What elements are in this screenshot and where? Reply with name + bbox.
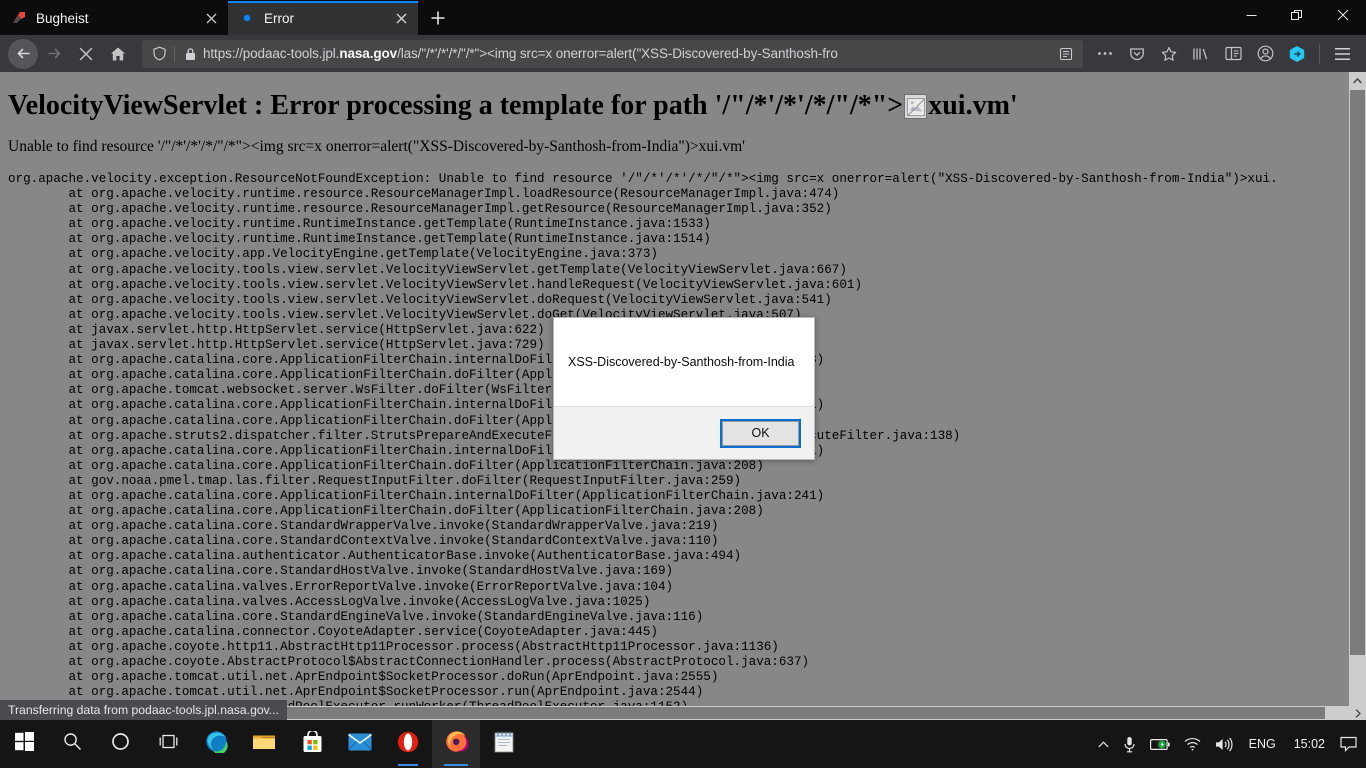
- bugheist-logo-icon: [10, 10, 27, 27]
- chevron-up-icon[interactable]: [1091, 720, 1116, 768]
- dialog-footer: OK: [554, 406, 814, 459]
- dialog-body: XSS-Discovered-by-Santhosh-from-India: [554, 318, 814, 406]
- vertical-scrollbar[interactable]: [1349, 72, 1366, 720]
- sidebar-icon[interactable]: [1217, 39, 1249, 69]
- vertical-scrollbar-thumb[interactable]: [1350, 90, 1365, 655]
- mail-button[interactable]: [336, 720, 384, 768]
- url-prefix: https://podaac-tools.jpl.: [203, 46, 340, 61]
- toolbar-right: [1185, 39, 1358, 69]
- tracking-protection-shield-icon[interactable]: [146, 42, 172, 66]
- navigation-toolbar: https://podaac-tools.jpl.nasa.gov/las/"/…: [0, 35, 1366, 72]
- page-viewport: VelocityViewServlet : Error processing a…: [0, 72, 1366, 720]
- windows-logo-icon: [14, 732, 34, 756]
- close-icon[interactable]: [1320, 0, 1366, 30]
- stop-x-icon[interactable]: [70, 39, 102, 69]
- back-arrow-icon[interactable]: [8, 38, 38, 69]
- address-bar-text[interactable]: https://podaac-tools.jpl.nasa.gov/las/"/…: [203, 46, 1053, 61]
- mail-envelope-icon: [348, 733, 372, 756]
- tab-error[interactable]: Error: [228, 1, 418, 35]
- search-magnifier-icon: [63, 732, 82, 756]
- home-icon[interactable]: [102, 39, 134, 69]
- page-actions-ellipsis-icon[interactable]: [1089, 39, 1121, 69]
- notepad-button[interactable]: [480, 720, 528, 768]
- account-avatar-icon[interactable]: [1249, 39, 1281, 69]
- address-bar[interactable]: https://podaac-tools.jpl.nasa.gov/las/"/…: [142, 39, 1083, 68]
- opera-button[interactable]: [384, 720, 432, 768]
- clock[interactable]: 15:02: [1285, 720, 1334, 768]
- page-subtitle: Unable to find resource '/"/*'/*'/*/"/*"…: [8, 138, 745, 155]
- language-indicator[interactable]: ENG: [1240, 720, 1285, 768]
- firefox-button[interactable]: [432, 720, 480, 768]
- battery-icon[interactable]: [1143, 720, 1177, 768]
- padlock-icon[interactable]: [177, 42, 203, 66]
- loading-dot-icon: [238, 10, 255, 27]
- task-view-icon: [158, 733, 179, 755]
- browser-window: Bugheist Error https://podaac-tools.jpl.…: [0, 0, 1366, 720]
- minimize-icon[interactable]: [1228, 0, 1274, 30]
- status-bar: Transferring data from podaac-tools.jpl.…: [0, 700, 287, 720]
- start-button[interactable]: [0, 720, 48, 768]
- windows-taskbar: ENG 15:02: [0, 720, 1366, 768]
- tab-bugheist[interactable]: Bugheist: [0, 1, 228, 35]
- taskbar-spacer: [528, 720, 1091, 768]
- url-suffix: /las/"/*'/*'/*/"/*"><img src=x onerror=a…: [397, 46, 838, 61]
- page-title-suffix: xui.vm': [928, 90, 1018, 121]
- javascript-alert-dialog: XSS-Discovered-by-Santhosh-from-India OK: [553, 317, 815, 460]
- notepad-icon: [494, 731, 514, 758]
- library-icon[interactable]: [1185, 39, 1217, 69]
- window-controls: [1228, 0, 1366, 35]
- microsoft-edge-icon: [205, 730, 228, 758]
- file-explorer-button[interactable]: [240, 720, 288, 768]
- toolbar-divider: [1319, 43, 1320, 64]
- reader-view-icon[interactable]: [1053, 42, 1079, 66]
- address-bar-actions: [1089, 39, 1185, 69]
- tab-title: Error: [264, 10, 294, 26]
- system-tray: ENG 15:02: [1091, 720, 1366, 768]
- search-button[interactable]: [48, 720, 96, 768]
- cortana-circle-icon: [111, 732, 130, 756]
- file-explorer-folder-icon: [252, 732, 276, 757]
- pocket-icon[interactable]: [1121, 39, 1153, 69]
- microsoft-store-button[interactable]: [288, 720, 336, 768]
- page-title-prefix: VelocityViewServlet : Error processing a…: [8, 90, 904, 121]
- microphone-icon[interactable]: [1116, 720, 1143, 768]
- wifi-icon[interactable]: [1177, 720, 1208, 768]
- hamburger-menu-icon[interactable]: [1326, 39, 1358, 69]
- forward-arrow-icon[interactable]: [38, 39, 70, 69]
- tab-title: Bugheist: [36, 10, 89, 26]
- action-center-icon[interactable]: [1334, 720, 1362, 768]
- restore-icon[interactable]: [1274, 0, 1320, 30]
- edge-button[interactable]: [192, 720, 240, 768]
- ok-button[interactable]: OK: [720, 418, 801, 448]
- speaker-icon[interactable]: [1208, 720, 1240, 768]
- close-icon[interactable]: [390, 7, 412, 29]
- page-title: VelocityViewServlet : Error processing a…: [8, 90, 1349, 122]
- task-view-button[interactable]: [144, 720, 192, 768]
- close-icon[interactable]: [200, 7, 222, 29]
- microsoft-store-icon: [302, 729, 323, 758]
- dialog-message: XSS-Discovered-by-Santhosh-from-India: [568, 355, 795, 369]
- new-tab-button[interactable]: [418, 1, 458, 35]
- extension-cube-icon[interactable]: [1281, 39, 1313, 69]
- url-host: nasa.gov: [339, 46, 398, 61]
- broken-image-icon: [904, 93, 928, 119]
- tab-strip: Bugheist Error: [0, 0, 1366, 35]
- firefox-icon: [445, 730, 469, 758]
- bookmark-star-icon[interactable]: [1153, 39, 1185, 69]
- opera-icon: [397, 731, 419, 758]
- cortana-button[interactable]: [96, 720, 144, 768]
- tab-strip-drag-space: [458, 1, 1228, 35]
- scroll-up-arrow-icon[interactable]: [1349, 72, 1366, 89]
- address-bar-divider: [174, 45, 175, 62]
- scroll-right-arrow-icon[interactable]: [1350, 706, 1366, 720]
